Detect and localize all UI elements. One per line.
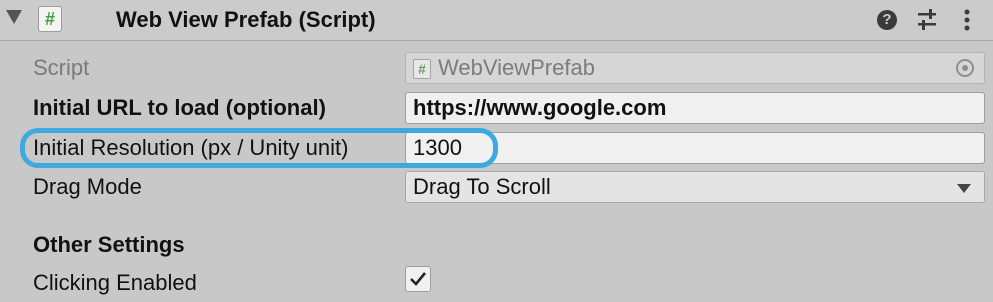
drag-mode-dropdown[interactable]: Drag To Scroll: [405, 171, 985, 203]
script-value: WebViewPrefab: [438, 55, 595, 80]
initial-resolution-row: Initial Resolution (px / Unity unit) 130…: [0, 129, 993, 167]
checkmark-icon: [410, 272, 427, 286]
clicking-enabled-row: Clicking Enabled: [0, 258, 993, 296]
presets-icon[interactable]: [915, 8, 939, 32]
script-component-icon: #: [38, 6, 62, 32]
initial-url-label: Initial URL to load (optional): [33, 95, 326, 120]
help-icon[interactable]: ?: [875, 8, 899, 32]
object-picker-icon[interactable]: [956, 59, 974, 77]
other-settings-heading: Other Settings: [33, 232, 185, 257]
foldout-arrow-icon[interactable]: [6, 10, 22, 24]
initial-url-input[interactable]: https://www.google.com: [405, 92, 985, 124]
drag-mode-row: Drag Mode Drag To Scroll: [0, 168, 993, 206]
component-title: Web View Prefab (Script): [116, 7, 376, 32]
dropdown-arrow-icon: [957, 184, 971, 193]
drag-mode-value: Drag To Scroll: [413, 174, 551, 199]
initial-url-row: Initial URL to load (optional) https://w…: [0, 89, 993, 127]
menu-icon[interactable]: [955, 8, 979, 32]
clicking-enabled-label: Clicking Enabled: [33, 270, 197, 295]
drag-mode-label: Drag Mode: [33, 174, 142, 199]
script-row: Script # WebViewPrefab: [0, 49, 993, 87]
initial-resolution-label: Initial Resolution (px / Unity unit): [33, 135, 349, 160]
initial-resolution-input[interactable]: 1300: [405, 132, 985, 164]
script-file-icon: #: [413, 59, 431, 79]
component-header[interactable]: # Web View Prefab (Script) ?: [0, 0, 993, 41]
script-object-field: # WebViewPrefab: [405, 52, 985, 84]
clicking-enabled-checkbox[interactable]: [405, 266, 431, 292]
script-label: Script: [33, 55, 90, 80]
